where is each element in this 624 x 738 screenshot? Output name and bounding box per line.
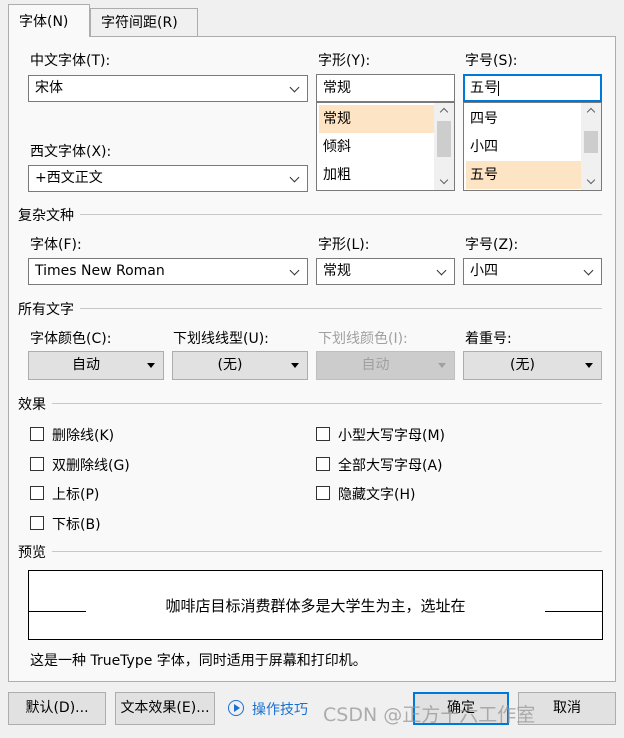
chevron-down-icon[interactable]: [436, 259, 448, 284]
preview-text: 咖啡店目标消费群体多是大学生为主，选址在: [165, 597, 466, 615]
strikethrough-label[interactable]: 删除线(K): [52, 425, 114, 445]
divider: [80, 308, 602, 309]
font-size-input[interactable]: 五号: [463, 74, 602, 102]
divider: [52, 551, 602, 552]
dropdown-arrow-icon: [291, 363, 299, 368]
strikethrough-checkbox[interactable]: [30, 427, 44, 441]
divider: [52, 403, 602, 404]
underline-color-value: 自动: [361, 357, 390, 373]
emphasis-mark-label: 着重号:: [465, 331, 512, 347]
list-item[interactable]: 倾斜: [319, 133, 434, 161]
underline-style-value: (无): [217, 357, 243, 373]
chinese-font-combo[interactable]: 宋体: [28, 75, 308, 102]
underline-style-label: 下划线线型(U):: [173, 331, 269, 347]
western-font-label: 西文字体(X):: [30, 144, 112, 160]
chevron-down-icon[interactable]: [289, 259, 301, 284]
subscript-checkbox[interactable]: [30, 516, 44, 530]
play-tip-icon[interactable]: [228, 700, 244, 716]
text-effects-button[interactable]: 文本效果(E)...: [115, 692, 215, 725]
effects-section-title: 效果: [18, 397, 46, 413]
list-item[interactable]: 五号: [466, 161, 581, 189]
complex-style-label: 字形(L):: [318, 237, 370, 253]
list-item[interactable]: 四号: [466, 105, 581, 133]
superscript-label[interactable]: 上标(P): [52, 484, 99, 504]
font-color-label: 字体颜色(C):: [30, 331, 112, 347]
preview-box: 咖啡店目标消费群体多是大学生为主，选址在: [28, 570, 603, 640]
tips-link[interactable]: 操作技巧: [252, 699, 308, 719]
underline-color-dropdown: 自动: [316, 351, 455, 380]
list-item[interactable]: 常规: [319, 105, 434, 133]
all-caps-label[interactable]: 全部大写字母(A): [338, 455, 443, 475]
preview-section-title: 预览: [18, 545, 46, 561]
font-style-input[interactable]: 常规: [316, 74, 455, 102]
western-font-value: +西文正文: [35, 170, 103, 186]
dropdown-arrow-icon: [147, 363, 155, 368]
scroll-down-icon[interactable]: [434, 174, 454, 190]
divider: [80, 214, 602, 215]
small-caps-checkbox[interactable]: [316, 427, 330, 441]
watermark: CSDN @正方十六工作室: [323, 704, 536, 726]
text-cursor: [498, 80, 499, 96]
complex-section-title: 复杂文种: [18, 208, 74, 224]
scroll-thumb[interactable]: [437, 121, 451, 157]
font-style-label: 字形(Y):: [318, 53, 371, 69]
tab-character-spacing[interactable]: 字符间距(R): [90, 8, 198, 37]
set-default-button[interactable]: 默认(D)...: [8, 692, 106, 725]
complex-style-value: 常规: [323, 263, 351, 279]
complex-size-label: 字号(Z):: [465, 237, 519, 253]
underline-color-label: 下划线颜色(I):: [318, 331, 408, 347]
double-strikethrough-checkbox[interactable]: [30, 457, 44, 471]
complex-size-value: 小四: [470, 263, 498, 279]
chevron-down-icon[interactable]: [289, 76, 301, 101]
small-caps-label[interactable]: 小型大写字母(M): [338, 425, 445, 445]
complex-size-combo[interactable]: 小四: [463, 258, 602, 285]
scroll-thumb[interactable]: [584, 131, 598, 153]
emphasis-mark-dropdown[interactable]: (无): [463, 351, 602, 380]
chevron-down-icon[interactable]: [289, 166, 301, 191]
complex-font-combo[interactable]: Times New Roman: [28, 258, 308, 285]
scrollbar[interactable]: [434, 103, 454, 190]
font-style-list[interactable]: 常规 倾斜 加粗: [316, 102, 455, 191]
subscript-label[interactable]: 下标(B): [52, 514, 101, 534]
western-font-combo[interactable]: +西文正文: [28, 165, 308, 192]
all-text-section-title: 所有文字: [18, 302, 74, 318]
list-item[interactable]: 小四: [466, 133, 581, 161]
double-strikethrough-label[interactable]: 双删除线(G): [52, 455, 130, 475]
font-size-list[interactable]: 四号 小四 五号: [463, 102, 602, 191]
scrollbar[interactable]: [581, 103, 601, 190]
scroll-up-icon[interactable]: [434, 103, 454, 119]
font-size-value: 五号: [470, 80, 498, 96]
complex-style-combo[interactable]: 常规: [316, 258, 455, 285]
list-item[interactable]: 加粗: [319, 161, 434, 189]
dropdown-arrow-icon: [585, 363, 593, 368]
chinese-font-value: 宋体: [35, 80, 63, 96]
play-triangle-icon: [234, 704, 240, 712]
emphasis-mark-value: (无): [510, 357, 535, 373]
all-caps-checkbox[interactable]: [316, 457, 330, 471]
tab-bar: 字体(N) 字符间距(R): [0, 0, 624, 37]
underline-style-dropdown[interactable]: (无): [172, 351, 308, 380]
hidden-text-checkbox[interactable]: [316, 486, 330, 500]
font-color-dropdown[interactable]: 自动: [28, 351, 164, 380]
complex-font-label: 字体(F):: [30, 237, 82, 253]
tab-font[interactable]: 字体(N): [8, 4, 90, 37]
superscript-checkbox[interactable]: [30, 486, 44, 500]
chinese-font-label: 中文字体(T):: [30, 53, 111, 69]
font-info-note: 这是一种 TrueType 字体，同时适用于屏幕和打印机。: [30, 653, 367, 669]
hidden-text-label[interactable]: 隐藏文字(H): [338, 484, 415, 504]
dropdown-arrow-icon: [438, 363, 446, 368]
font-color-value: 自动: [72, 357, 100, 373]
scroll-down-icon[interactable]: [581, 174, 601, 190]
scroll-up-icon[interactable]: [581, 103, 601, 119]
font-size-label: 字号(S):: [465, 53, 518, 69]
chevron-down-icon[interactable]: [583, 259, 595, 284]
complex-font-value: Times New Roman: [35, 263, 165, 279]
